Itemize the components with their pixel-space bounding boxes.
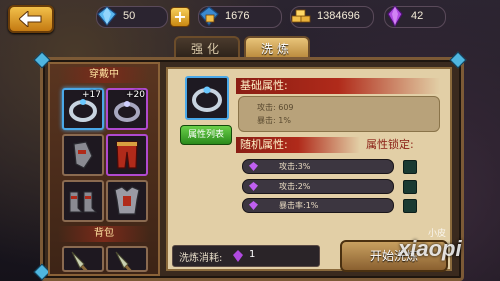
equipped-slot-boots[interactable] <box>62 180 104 222</box>
base-attr-attack: 攻击: 609 <box>257 103 294 112</box>
equipped-slot-ring-1[interactable]: +17 <box>62 88 104 130</box>
random-attr-header: 随机属性: <box>236 137 360 153</box>
attr-lock-checkbox[interactable] <box>403 199 417 213</box>
back-button[interactable] <box>8 5 54 33</box>
gold-count: 1384696 <box>317 10 360 22</box>
spear-icon <box>115 251 132 270</box>
base-attr-box: 攻击: 609 暴击: 1% <box>238 96 440 132</box>
equipped-slot-ring-2[interactable]: +20 <box>106 88 148 130</box>
item-level: +17 <box>82 90 101 100</box>
base-attr-crit: 暴击: 1% <box>257 116 291 125</box>
selected-item-slot[interactable] <box>185 76 229 120</box>
boots-icon <box>69 191 98 213</box>
purple-gem-icon <box>249 182 258 191</box>
locked-diamond-icon <box>199 6 219 26</box>
random-attr-text: 攻击:2% <box>279 182 311 191</box>
locked-diamond-count: 1676 <box>225 10 250 22</box>
watermark: xiaopi <box>398 236 462 261</box>
top-resource-bar: 50 + 1676 1384696 42 <box>0 0 500 36</box>
purple-crystal-icon <box>387 5 403 28</box>
purple-crystal-icon <box>233 250 243 262</box>
back-arrow-icon <box>19 11 42 27</box>
random-attr-text: 暴击率:1% <box>279 201 319 210</box>
refine-cost-box: 洗炼消耗: 1 <box>172 245 320 267</box>
equipped-slot-pants[interactable] <box>106 134 148 176</box>
equipped-slot-gauntlet[interactable] <box>62 134 104 176</box>
bag-slot-spear-2[interactable] <box>106 246 148 272</box>
crystal-resource: 42 <box>384 5 446 28</box>
base-attr-header: 基础属性: <box>236 78 440 94</box>
ring-icon <box>192 86 222 112</box>
pants-icon <box>116 141 138 169</box>
locked-diamond-resource: 1676 <box>198 6 282 28</box>
bag-title: 背包 <box>58 226 150 242</box>
random-attr-row: 暴击率:1% <box>242 198 394 213</box>
equipment-panel: 穿戴中 +17 +20 背包 <box>48 62 160 276</box>
bag-slot-spear-1[interactable] <box>62 246 104 272</box>
attr-lock-header: 属性锁定: <box>366 138 414 151</box>
gold-bars-icon <box>291 9 311 23</box>
crystal-count: 42 <box>411 10 424 22</box>
refine-cost-label: 洗炼消耗: <box>179 253 223 264</box>
equipped-title: 穿戴中 <box>58 67 150 83</box>
add-diamond-button[interactable]: + <box>170 7 190 27</box>
armor-icon <box>114 186 140 215</box>
attr-lock-checkbox[interactable] <box>403 160 417 174</box>
random-attr-text: 攻击:3% <box>279 162 311 171</box>
purple-gem-icon <box>249 201 258 210</box>
attribute-list-button[interactable]: 属性列表 <box>180 125 232 145</box>
diamond-count: 50 <box>123 10 136 22</box>
refine-cost-value: 1 <box>249 249 256 260</box>
gold-resource: 1384696 <box>290 6 374 28</box>
attr-lock-checkbox[interactable] <box>403 180 417 194</box>
equipped-slot-armor[interactable] <box>106 180 148 222</box>
random-attr-row: 攻击:3% <box>242 159 394 174</box>
random-attr-row: 攻击:2% <box>242 179 394 194</box>
diamond-resource: 50 <box>96 6 168 28</box>
blue-diamond-icon <box>97 6 117 26</box>
spear-icon <box>71 251 88 270</box>
item-level: +20 <box>126 90 145 100</box>
gauntlet-icon <box>73 141 93 169</box>
purple-gem-icon <box>249 162 258 171</box>
